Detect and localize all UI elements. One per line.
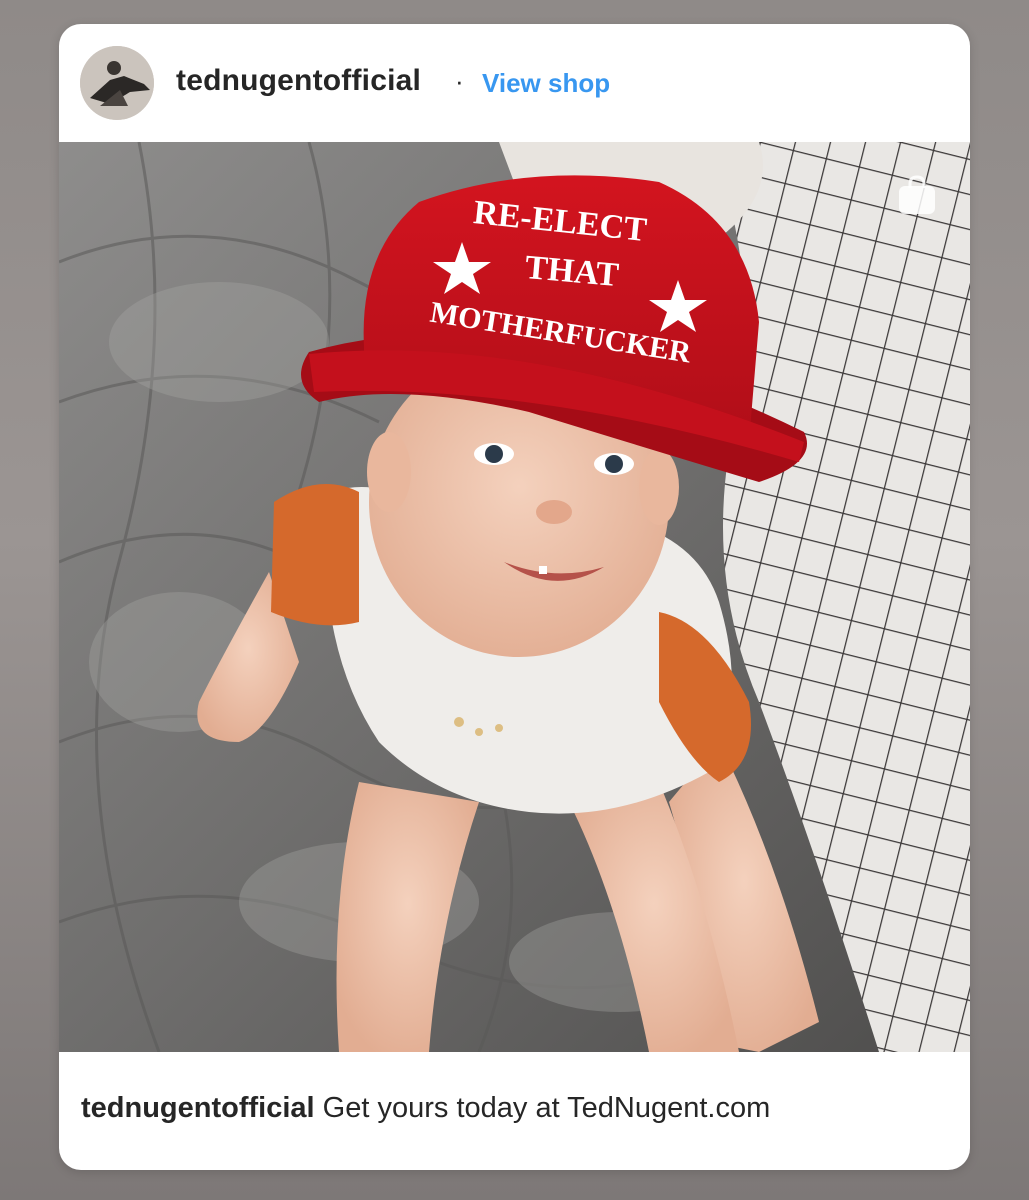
post-caption: tednugentofficial Get yours today at Ted… (81, 1092, 770, 1125)
avatar-image (80, 46, 154, 120)
baby-in-red-hat-photo: RE-ELECT THAT MOTHERFUCKER (59, 142, 970, 1052)
profile-avatar[interactable] (80, 46, 154, 120)
caption-text: Get yours today at TedNugent.com (322, 1092, 771, 1124)
post-photo[interactable]: RE-ELECT THAT MOTHERFUCKER (59, 142, 970, 1052)
caption-username[interactable]: tednugentofficial (81, 1092, 315, 1124)
instagram-post-card: tednugentofficial · View shop RE-ELECT T… (59, 24, 970, 1170)
header-username[interactable]: tednugentofficial (176, 64, 421, 98)
view-shop-link[interactable]: View shop (482, 68, 610, 99)
post-header: tednugentofficial · View shop (59, 24, 970, 142)
separator-dot: · (455, 66, 464, 96)
shopping-bag-icon[interactable] (896, 174, 938, 216)
